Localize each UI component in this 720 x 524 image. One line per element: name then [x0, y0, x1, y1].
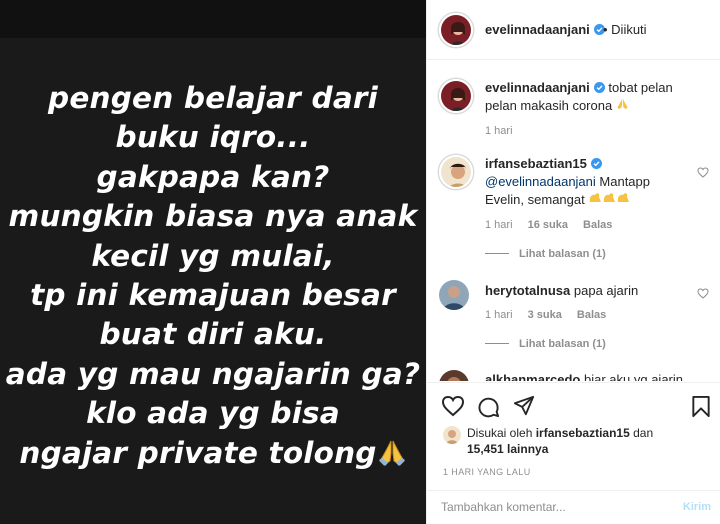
post-panel: evelinnadaanjani • Diikuti evelinnadaanj… — [426, 0, 720, 524]
caption-body: evelinnadaanjani tobat pelan pelan makas… — [485, 79, 685, 115]
bookmark-icon[interactable] — [691, 395, 711, 418]
folded-hands-icon — [377, 438, 407, 477]
like-heart-icon[interactable] — [441, 395, 465, 417]
avatar[interactable] — [439, 79, 473, 113]
comment-username[interactable]: irfansebaztian15 — [485, 156, 587, 171]
comment-body: herytotalnusa papa ajarin — [485, 282, 685, 300]
comment-mention[interactable]: @evelinnadaanjani — [485, 174, 596, 189]
comment-likes[interactable]: 3 suka — [528, 309, 562, 321]
comment-meta: 1 hari 3 suka Balas — [485, 309, 618, 321]
caption-username[interactable]: evelinnadaanjani — [485, 80, 590, 95]
header-username-text: evelinnadaanjani — [485, 22, 590, 37]
view-replies-button[interactable]: Lihat balasan (1) — [485, 248, 606, 260]
post-comment-button[interactable]: Kirim — [683, 501, 711, 513]
comment-meta: 1 hari 16 suka Balas — [485, 219, 624, 231]
likes-and: dan — [633, 426, 654, 440]
comment-username[interactable]: herytotalnusa — [485, 283, 570, 298]
likes-prefix: Disukai oleh — [467, 426, 533, 440]
comment-body: alkhanmarcedo biar aku yg ajarin — [485, 371, 685, 381]
divider — [485, 343, 509, 344]
like-comment-heart-icon[interactable] — [697, 288, 709, 299]
header-username[interactable]: evelinnadaanjani — [485, 22, 605, 37]
story-line: ngajar private tolong — [19, 435, 377, 470]
comment-time: 1 hari — [485, 309, 513, 321]
divider — [485, 253, 509, 254]
avatar[interactable] — [439, 280, 469, 310]
comment-text: papa ajarin — [573, 283, 639, 298]
caption-meta: 1 hari — [485, 125, 525, 137]
view-replies-label: Lihat balasan (1) — [519, 248, 606, 260]
add-comment-bar: Kirim — [427, 490, 720, 524]
view-replies-button[interactable]: Lihat balasan (1) — [485, 338, 606, 350]
story-line: klo ada yg bisa — [86, 396, 340, 431]
story-line: gakpapa kan? — [96, 159, 330, 194]
likes-user[interactable]: irfansebaztian15 — [536, 426, 630, 440]
comment-likes[interactable]: 16 suka — [528, 219, 568, 231]
comment-username[interactable]: alkhanmarcedo — [485, 372, 580, 381]
flexed-biceps-icon — [588, 192, 632, 207]
comment-input[interactable] — [441, 500, 661, 514]
avatar[interactable] — [439, 370, 469, 381]
verified-icon — [593, 82, 605, 93]
reply-button[interactable]: Balas — [577, 309, 606, 321]
comment-text: biar aku yg ajarin — [584, 372, 683, 381]
share-paper-plane-icon[interactable] — [513, 395, 535, 417]
likes-text: Disukai oleh irfansebaztian15 dan 15,451 … — [467, 425, 693, 457]
avatar[interactable] — [439, 155, 473, 189]
verified-icon — [590, 158, 602, 169]
story-line: kecil yg mulai, — [91, 238, 335, 273]
like-comment-heart-icon[interactable] — [697, 167, 709, 178]
comment-time: 1 hari — [485, 219, 513, 231]
story-line: pengen belajar dari — [48, 81, 378, 115]
post-image[interactable]: pengen belajar dari buku iqro... gakpapa… — [0, 0, 426, 524]
story-line: mungkin biasa nya anak — [8, 199, 418, 234]
reply-button[interactable]: Balas — [583, 219, 612, 231]
comment-body: irfansebaztian15 @evelinnadaanjani Manta… — [485, 155, 685, 209]
story-text: pengen belajar dari buku iqro... gakpapa… — [0, 79, 426, 477]
avatar — [443, 426, 461, 444]
story-line-last: ngajar private tolong — [0, 434, 426, 477]
follow-status[interactable]: • Diikuti — [603, 22, 647, 37]
likes-summary: Disukai oleh irfansebaztian15 dan 15,451 … — [443, 425, 693, 457]
caption-time: 1 hari — [485, 125, 513, 137]
action-bar: Disukai oleh irfansebaztian15 dan 15,451 … — [427, 382, 720, 490]
image-top-strip — [0, 0, 426, 38]
story-line: buku iqro... — [115, 120, 311, 155]
comment-bubble-icon[interactable] — [477, 395, 500, 418]
view-replies-label: Lihat balasan (1) — [519, 338, 606, 350]
post-time[interactable]: 1 HARI YANG LALU — [443, 467, 531, 477]
story-line: buat diri aku. — [99, 317, 327, 352]
avatar[interactable] — [439, 13, 473, 47]
post-header: evelinnadaanjani • Diikuti — [427, 0, 720, 60]
story-line: tp ini kemajuan besar — [30, 278, 396, 313]
folded-hands-icon — [616, 98, 629, 113]
comment-list[interactable]: evelinnadaanjani tobat pelan pelan makas… — [427, 61, 720, 381]
story-line: ada yg mau ngajarin ga? — [5, 356, 421, 391]
likes-count[interactable]: 15,451 lainnya — [467, 442, 548, 456]
